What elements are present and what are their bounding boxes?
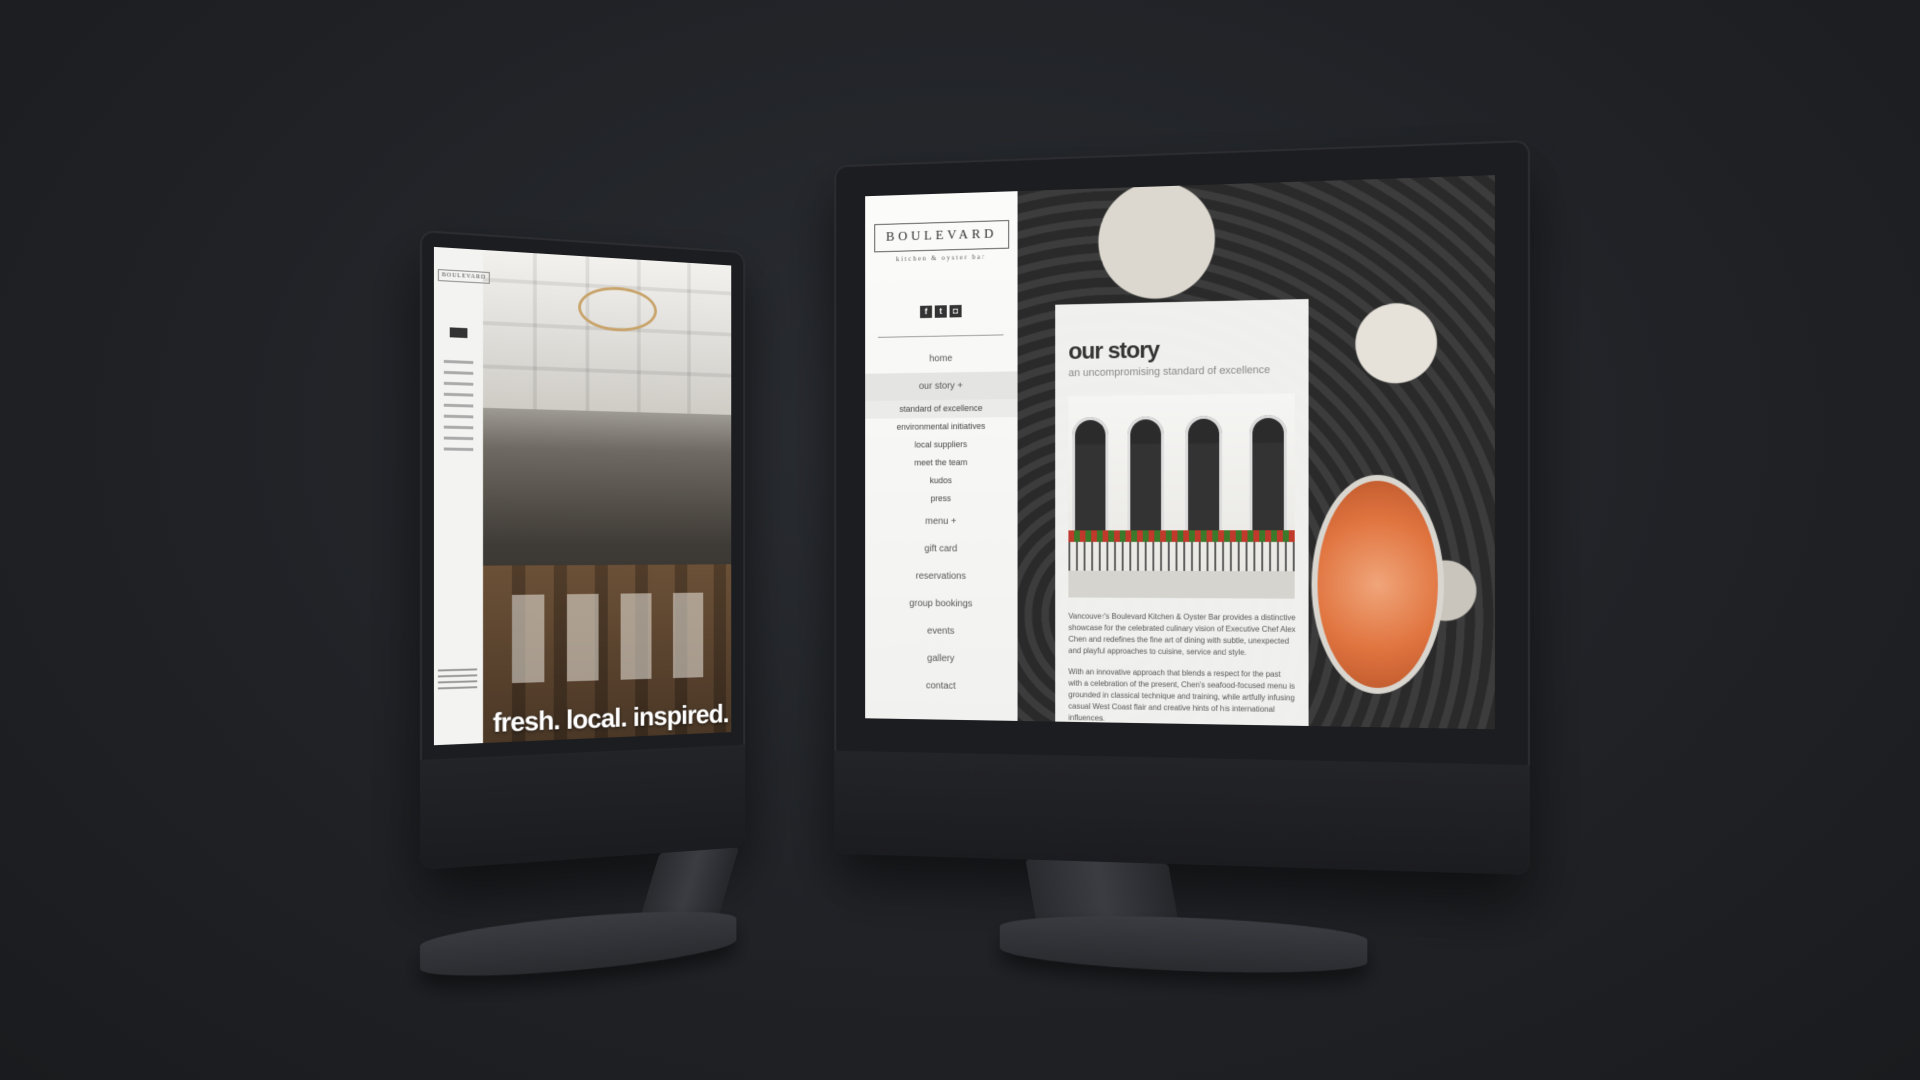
dining-tables xyxy=(511,592,714,684)
left-nav-item[interactable] xyxy=(443,436,474,441)
nav-contact[interactable]: contact xyxy=(865,671,1017,701)
nav-reservations[interactable]: reservations xyxy=(865,563,1017,591)
caviar-bowl-photo xyxy=(1311,474,1444,695)
left-sidebar: BOULEVARD xyxy=(433,246,491,746)
nav-gift-card[interactable]: gift card xyxy=(865,535,1017,563)
left-nav-item[interactable] xyxy=(443,381,474,386)
page-subtitle: an uncompromising standard of excellence xyxy=(1068,364,1271,380)
coffered-ceiling xyxy=(483,249,732,415)
nav-menu[interactable]: menu + xyxy=(865,508,1017,536)
twitter-icon[interactable]: t xyxy=(934,305,947,318)
restaurant-facade-photo xyxy=(1068,393,1295,599)
mockup-stage: fresh. local. inspired. BOULEVARD BOULEV… xyxy=(0,0,1920,1080)
left-nav-item[interactable] xyxy=(443,392,474,397)
sidebar-divider xyxy=(877,334,1004,338)
nav-our-story[interactable]: our story + xyxy=(865,371,1018,402)
instagram-icon[interactable]: ◘ xyxy=(949,304,962,318)
facebook-icon[interactable]: f xyxy=(920,305,933,319)
subnav-kudos[interactable]: kudos xyxy=(865,471,1017,490)
left-nav-item[interactable] xyxy=(443,425,474,430)
nav-events[interactable]: events xyxy=(865,617,1017,646)
site-logo[interactable]: BOULEVARD xyxy=(874,220,1010,253)
nav-group-bookings[interactable]: group bookings xyxy=(865,590,1017,618)
site-logo-text: BOULEVARD xyxy=(885,227,998,245)
nav-home[interactable]: home xyxy=(865,344,1017,374)
right-sidebar: BOULEVARD kitchen & oyster bar f t ◘ hom… xyxy=(865,191,1018,722)
right-monitor: BOULEVARD kitchen & oyster bar f t ◘ hom… xyxy=(834,140,1530,979)
right-monitor-chin xyxy=(834,750,1530,875)
left-monitor-screen: fresh. local. inspired. BOULEVARD xyxy=(433,246,732,746)
content-card: our story an uncompromising standard of … xyxy=(1055,298,1309,730)
right-monitor-stand-foot xyxy=(999,911,1368,979)
left-nav-item[interactable] xyxy=(443,414,474,419)
main-nav: home our story + standard of excellence … xyxy=(865,344,1018,701)
left-logo[interactable]: BOULEVARD xyxy=(437,269,491,284)
left-monitor: fresh. local. inspired. BOULEVARD xyxy=(420,230,746,985)
story-paragraph: With an innovative approach that blends … xyxy=(1068,667,1295,723)
left-monitor-stand-foot xyxy=(420,903,737,985)
nav-gallery[interactable]: gallery xyxy=(865,644,1017,673)
left-footer-contact xyxy=(437,664,478,693)
subnav-standard-of-excellence[interactable]: standard of excellence xyxy=(865,398,1018,419)
story-body: Vancouver's Boulevard Kitchen & Oyster B… xyxy=(1068,611,1296,730)
page-title: our story xyxy=(1068,337,1160,365)
subnav-local-suppliers[interactable]: local suppliers xyxy=(865,435,1017,454)
subnav-environmental-initiatives[interactable]: environmental initiatives xyxy=(865,417,1017,437)
left-nav-menu xyxy=(438,352,479,459)
left-social-icons[interactable] xyxy=(449,327,468,339)
social-links: f t ◘ xyxy=(920,304,962,319)
right-monitor-screen: BOULEVARD kitchen & oyster bar f t ◘ hom… xyxy=(865,175,1496,730)
subnav-press[interactable]: press xyxy=(865,489,1017,508)
left-nav-item[interactable] xyxy=(443,370,474,375)
subnav-meet-the-team[interactable]: meet the team xyxy=(865,453,1017,472)
site-tagline: kitchen & oyster bar xyxy=(896,253,986,264)
story-paragraph: Vancouver's Boulevard Kitchen & Oyster B… xyxy=(1068,611,1296,657)
left-nav-item[interactable] xyxy=(443,403,474,408)
left-nav-item[interactable] xyxy=(443,359,474,365)
left-nav-item[interactable] xyxy=(443,447,474,452)
